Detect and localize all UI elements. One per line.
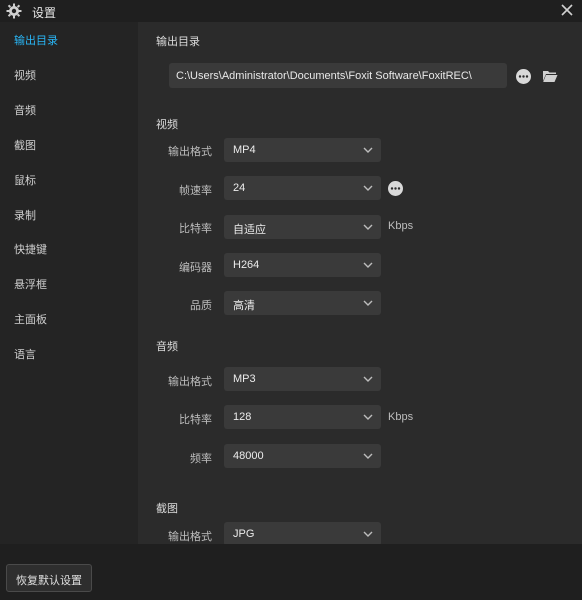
video-quality-select[interactable]: 高清 [224,291,381,315]
audio-format-label: 输出格式 [168,376,212,388]
video-bitrate-unit: Kbps [388,220,414,232]
video-encoder-select[interactable]: H264 [224,253,381,277]
chevron-down-icon [363,147,373,153]
sidebar-item-label: 视频 [14,70,36,82]
screenshot-format-label: 输出格式 [168,531,212,543]
chevron-down-icon [363,453,373,459]
chevron-down-icon [363,224,373,230]
sidebar-item-label: 输出目录 [14,35,58,47]
video-encoder-value: H264 [233,259,260,271]
footer-bar: 恢复默认设置 [0,544,582,600]
sidebar-item-label: 截图 [14,140,36,152]
chevron-down-icon [363,185,373,191]
sidebar-item-video[interactable]: 视频 [0,57,138,91]
window-title: 设置 [32,6,57,20]
sidebar-item-output-dir[interactable]: 输出目录 [0,22,138,56]
output-path-value: C:\Users\Administrator\Documents\Foxit S… [176,70,472,82]
sidebar-item-mouse[interactable]: 鼠标 [0,162,138,196]
audio-format-select[interactable]: MP3 [224,367,381,391]
video-bitrate-select[interactable]: 自适应 [224,215,381,239]
video-bitrate-label: 比特率 [179,223,212,235]
audio-bitrate-select[interactable]: 128 [224,405,381,429]
fps-more-options-icon[interactable] [388,181,403,196]
sidebar-item-label: 悬浮框 [14,279,47,291]
sidebar-item-label: 语言 [14,349,36,361]
sidebar-item-label: 主面板 [14,314,47,326]
chevron-down-icon [363,376,373,382]
title-bar: 设置 [0,0,582,22]
video-fps-select[interactable]: 24 [224,176,381,200]
sidebar-item-floating-box[interactable]: 悬浮框 [0,266,138,300]
sidebar-item-hotkeys[interactable]: 快捷键 [0,231,138,265]
section-title-video: 视频 [156,119,178,131]
audio-frequency-value: 48000 [233,450,264,462]
sidebar-item-record[interactable]: 录制 [0,197,138,231]
video-quality-value: 高清 [233,300,255,312]
screenshot-format-value: JPG [233,528,255,540]
more-options-icon[interactable] [516,69,531,84]
chevron-down-icon [363,414,373,420]
audio-bitrate-unit: Kbps [388,411,414,423]
sidebar: 输出目录 视频 音频 截图 鼠标 录制 快捷键 悬浮框 主面板 语言 [0,22,138,544]
sidebar-item-language[interactable]: 语言 [0,336,138,370]
sidebar-item-label: 鼠标 [14,175,36,187]
chevron-down-icon [363,300,373,306]
folder-open-icon[interactable] [542,69,558,83]
sidebar-item-audio[interactable]: 音频 [0,92,138,126]
video-format-value: MP4 [233,144,256,156]
sidebar-item-label: 快捷键 [14,244,47,256]
video-fps-value: 24 [233,182,246,194]
video-bitrate-value: 自适应 [233,224,266,236]
sidebar-item-main-panel[interactable]: 主面板 [0,301,138,335]
reset-defaults-label: 恢复默认设置 [16,575,82,587]
sidebar-item-screenshot[interactable]: 截图 [0,127,138,161]
section-title-output: 输出目录 [156,36,200,48]
video-fps-label: 帧速率 [179,185,212,197]
video-quality-label: 品质 [190,300,212,312]
sidebar-item-label: 录制 [14,210,36,222]
screenshot-format-select[interactable]: JPG [224,522,381,546]
chevron-down-icon [363,531,373,537]
video-format-label: 输出格式 [168,146,212,158]
video-encoder-label: 编码器 [179,262,212,274]
audio-bitrate-label: 比特率 [179,414,212,426]
gear-icon [6,3,22,19]
audio-frequency-label: 频率 [190,453,212,465]
sidebar-item-label: 音频 [14,105,36,117]
close-icon[interactable] [558,1,576,19]
audio-bitrate-value: 128 [233,411,252,423]
audio-frequency-select[interactable]: 48000 [224,444,381,468]
chevron-down-icon [363,262,373,268]
section-title-audio: 音频 [156,341,178,353]
audio-format-value: MP3 [233,373,256,385]
section-title-screenshot: 截图 [156,503,178,515]
output-path-field[interactable]: C:\Users\Administrator\Documents\Foxit S… [169,63,507,88]
reset-defaults-button[interactable]: 恢复默认设置 [6,564,92,592]
video-format-select[interactable]: MP4 [224,138,381,162]
